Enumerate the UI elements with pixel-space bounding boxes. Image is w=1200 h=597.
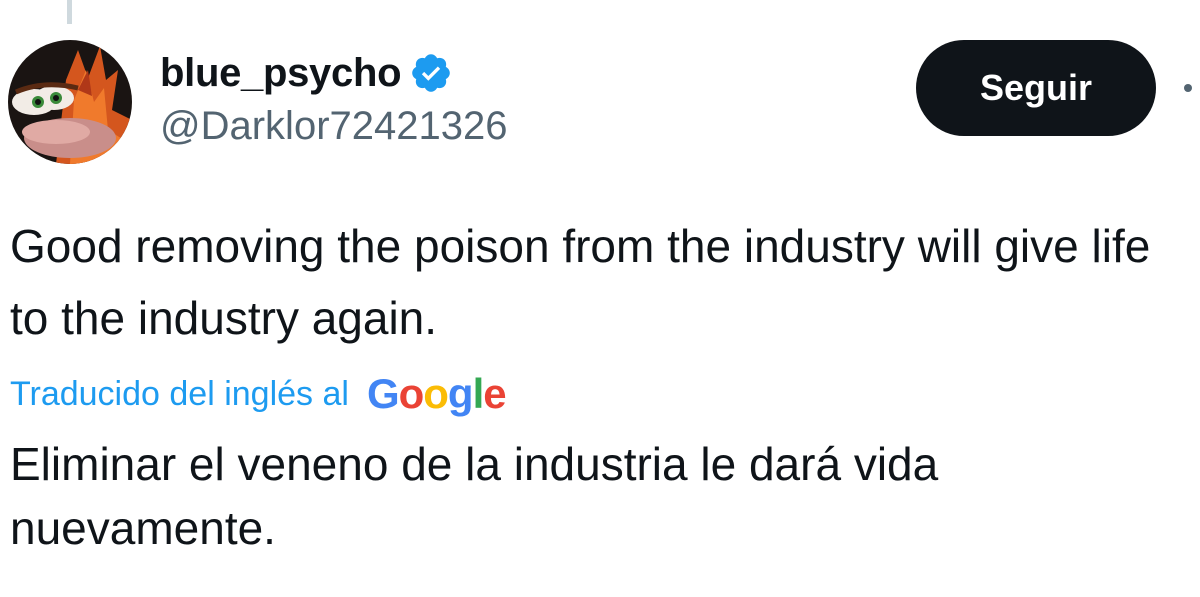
verified-badge-icon[interactable] xyxy=(409,51,453,95)
translated-tweet-text: Eliminar el veneno de la industria le da… xyxy=(10,438,939,554)
author-handle[interactable]: @Darklor72421326 xyxy=(160,104,507,149)
tweet-text: Good removing the poison from the indust… xyxy=(10,220,1151,344)
avatar-image xyxy=(8,40,132,164)
author-name-row: blue_psycho xyxy=(160,46,453,100)
author-display-name[interactable]: blue_psycho xyxy=(160,51,402,96)
translation-attribution: Traducido del inglés al Google xyxy=(10,366,507,422)
google-logo: Google xyxy=(366,370,507,417)
avatar[interactable] xyxy=(8,40,132,164)
follow-button[interactable]: Seguir xyxy=(916,40,1156,136)
more-options-icon[interactable] xyxy=(1180,80,1200,96)
translated-from-label[interactable]: Traducido del inglés al xyxy=(10,375,349,414)
thread-connector-line xyxy=(67,0,72,24)
